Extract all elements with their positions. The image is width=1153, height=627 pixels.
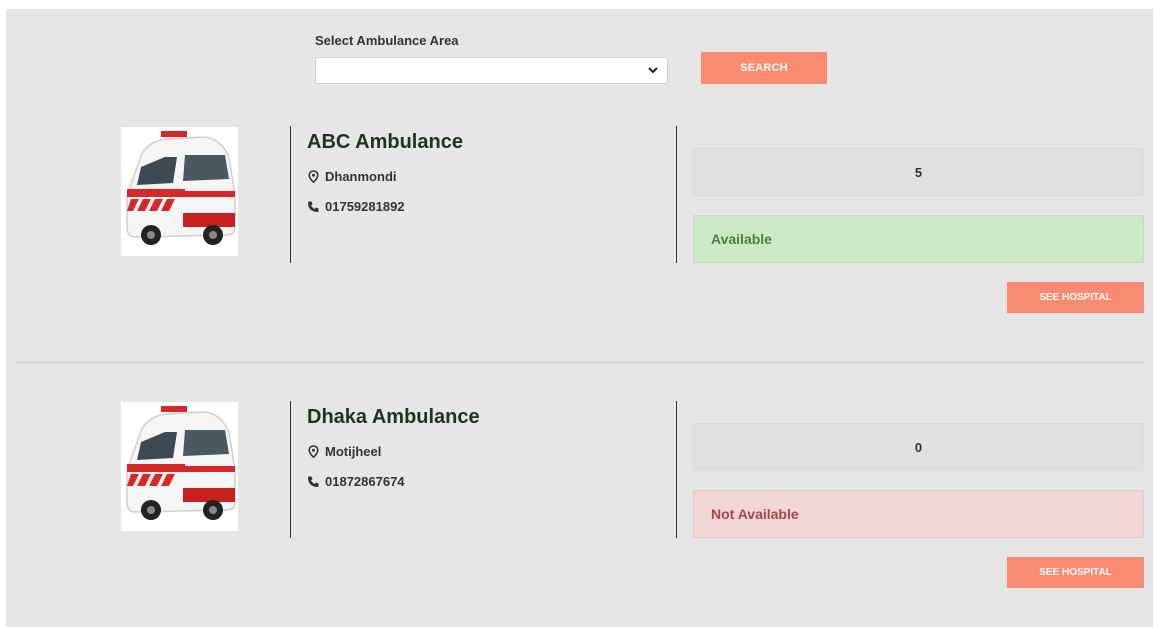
map-pin-icon (308, 170, 319, 183)
ambulance-image (121, 127, 238, 256)
status-badge: Available (693, 215, 1144, 263)
card-divider (676, 401, 677, 538)
ambulance-count: 5 (693, 148, 1144, 196)
ambulance-image (121, 402, 238, 531)
search-button[interactable]: SEARCH (701, 52, 827, 84)
status-badge: Not Available (693, 490, 1144, 538)
area-select[interactable] (315, 57, 668, 84)
phone-text: 01872867674 (325, 474, 405, 489)
card-divider (676, 126, 677, 263)
ambulance-location: Motijheel (307, 444, 381, 459)
chevron-down-icon (648, 67, 658, 74)
phone-icon (308, 201, 319, 212)
ambulance-card: ABC Ambulance Dhanmondi 01759281892 5 Av… (0, 126, 1153, 326)
map-pin-icon (308, 445, 319, 458)
ambulance-location: Dhanmondi (307, 169, 397, 184)
location-text: Motijheel (325, 444, 382, 459)
location-text: Dhanmondi (325, 169, 397, 184)
phone-icon (308, 476, 319, 487)
see-hospital-button[interactable]: SEE HOSPITAL (1007, 557, 1144, 588)
ambulance-card: Dhaka Ambulance Motijheel 01872867674 0 … (0, 401, 1153, 601)
phone-text: 01759281892 (325, 199, 405, 214)
ambulance-count: 0 (693, 423, 1144, 471)
card-divider (290, 401, 291, 538)
see-hospital-button[interactable]: SEE HOSPITAL (1007, 282, 1144, 313)
ambulance-name: Dhaka Ambulance (307, 406, 480, 428)
ambulance-name: ABC Ambulance (307, 131, 463, 153)
section-divider (16, 362, 1144, 363)
area-select-label: Select Ambulance Area (315, 33, 459, 48)
ambulance-phone: 01872867674 (307, 474, 405, 489)
card-divider (290, 126, 291, 263)
ambulance-phone: 01759281892 (307, 199, 405, 214)
